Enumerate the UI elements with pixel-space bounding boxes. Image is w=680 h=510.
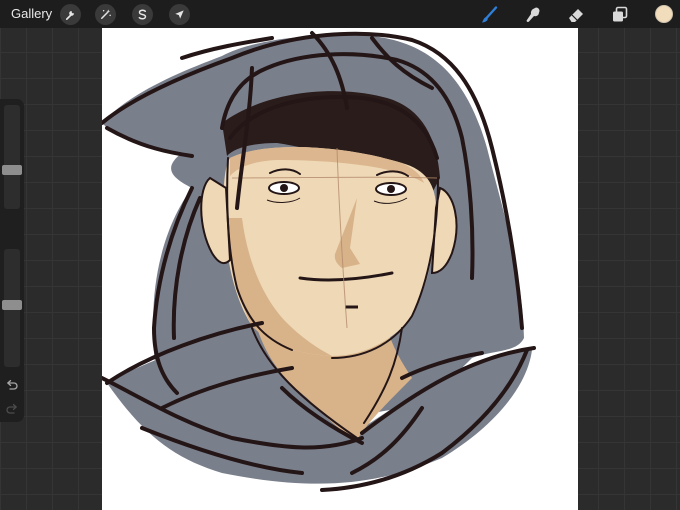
eraser-icon <box>569 9 583 22</box>
smudge-tool[interactable] <box>522 4 544 26</box>
artwork-illustration <box>102 31 536 492</box>
color-picker-button[interactable] <box>655 5 673 23</box>
redo-icon[interactable] <box>5 402 19 416</box>
eraser-tool[interactable] <box>565 4 587 26</box>
brush-size-slider[interactable] <box>4 105 20 209</box>
undo-icon[interactable] <box>5 378 19 392</box>
gallery-button[interactable]: Gallery <box>11 6 52 21</box>
smudge-finger-icon <box>526 7 540 22</box>
right-pupil <box>387 185 395 193</box>
cursor-arrow-icon <box>175 10 184 19</box>
left-pupil <box>280 184 288 192</box>
layers-tool[interactable] <box>609 4 631 26</box>
actions-button[interactable] <box>60 4 81 25</box>
drawing-canvas[interactable] <box>102 28 578 510</box>
brush-size-thumb[interactable] <box>2 165 22 176</box>
selection-s-icon <box>138 9 147 20</box>
layers-icon <box>613 6 628 22</box>
brush-tool[interactable] <box>478 4 500 26</box>
top-toolbar: Gallery <box>0 0 680 28</box>
adjustments-button[interactable] <box>95 4 116 25</box>
selection-button[interactable] <box>132 4 153 25</box>
transform-button[interactable] <box>169 4 190 25</box>
opacity-thumb[interactable] <box>2 299 22 310</box>
wrench-icon <box>65 10 75 20</box>
sidebar <box>0 99 24 422</box>
magic-wand-icon <box>101 9 111 19</box>
brush-icon <box>482 6 498 23</box>
